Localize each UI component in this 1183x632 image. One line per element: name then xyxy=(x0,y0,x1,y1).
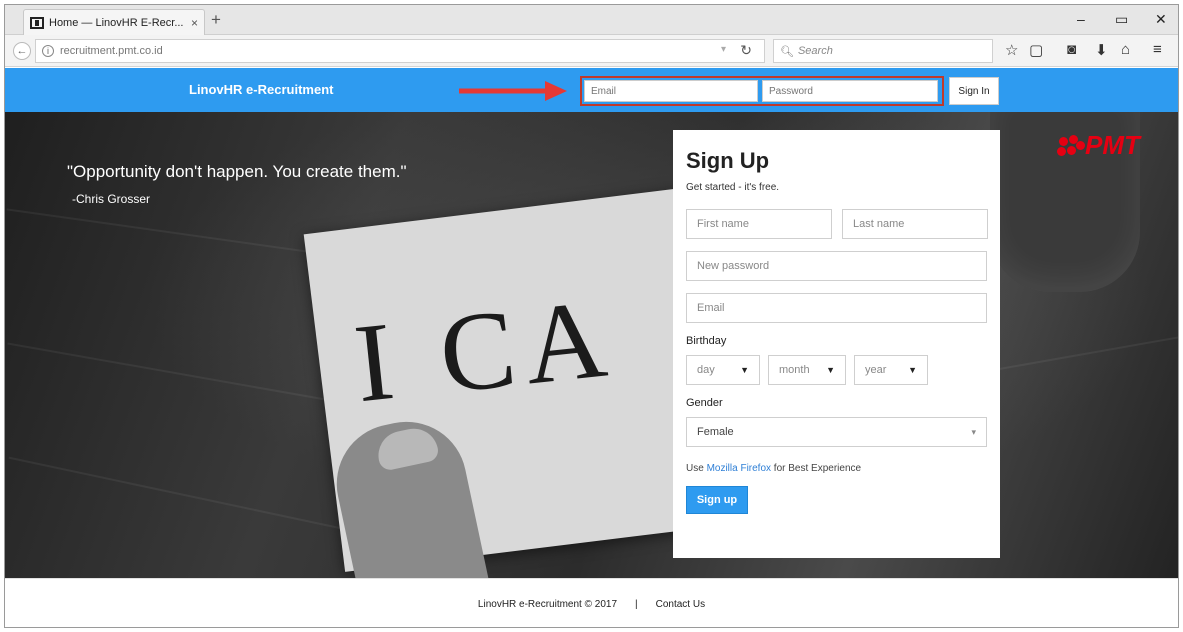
gender-label: Gender xyxy=(686,397,723,409)
url-text: recruitment.pmt.co.id xyxy=(60,45,163,57)
search-icon: 🔍︎ xyxy=(780,45,794,58)
hero-background: I CA "Opportunity don't happen. You crea… xyxy=(5,112,1178,578)
note-suffix: for Best Experience xyxy=(771,463,862,474)
minimize-button[interactable]: – xyxy=(1077,11,1085,27)
login-email-input[interactable] xyxy=(584,80,758,102)
download-icon[interactable]: ⬇ xyxy=(1095,41,1108,59)
site-footer: LinovHR e-Recruitment © 2017 | Contact U… xyxy=(5,578,1178,627)
new-password-field[interactable]: New password xyxy=(686,251,987,281)
sign-up-button[interactable]: Sign up xyxy=(686,486,748,514)
browser-window: Home — LinovHR E-Recr... × + – ▭ ✕ ← i r… xyxy=(4,4,1179,628)
login-password-input[interactable] xyxy=(762,80,938,102)
browser-note: Use Mozilla Firefox for Best Experience xyxy=(686,463,988,474)
tab-bar: Home — LinovHR E-Recr... × + – ▭ ✕ xyxy=(5,5,1178,35)
footer-copyright: LinovHR e-Recruitment © 2017 xyxy=(477,598,618,610)
birthday-row: day ▼ month ▼ year ▼ xyxy=(686,355,988,385)
site-header: LinovHR e-Recruitment Sign In xyxy=(5,68,1178,112)
birthday-year-select[interactable]: year ▼ xyxy=(854,355,928,385)
gender-value: Female xyxy=(697,426,734,438)
back-arrow-icon[interactable]: ← xyxy=(13,42,31,60)
chevron-down-icon: ▾ xyxy=(971,426,976,437)
year-value: year xyxy=(865,364,887,376)
chevron-down-icon: ▼ xyxy=(908,365,917,375)
footer-separator: | xyxy=(635,598,638,610)
tab-title: Home — LinovHR E-Recr... xyxy=(49,16,184,29)
signup-title: Sign Up xyxy=(686,148,770,173)
new-tab-button[interactable]: + xyxy=(211,10,221,30)
close-tab-icon[interactable]: × xyxy=(191,16,198,30)
home-icon[interactable]: ⌂ xyxy=(1121,41,1130,58)
reload-icon[interactable]: ↻ xyxy=(740,42,752,59)
pmt-logo: PMT xyxy=(1057,130,1140,161)
month-value: month xyxy=(779,364,810,376)
site-brand[interactable]: LinovHR e-Recruitment xyxy=(189,82,333,97)
library-icon[interactable]: ▢ xyxy=(1029,41,1043,59)
pmt-logo-dots-icon xyxy=(1057,134,1085,157)
first-name-field[interactable]: First name xyxy=(686,209,832,239)
search-placeholder: Search xyxy=(797,45,833,57)
name-row: First name Last name xyxy=(686,209,988,239)
wood-grain xyxy=(996,335,1178,371)
signup-email-field[interactable]: Email xyxy=(686,293,987,323)
pocket-icon[interactable]: ◙ xyxy=(1067,41,1076,58)
gender-select[interactable]: Female ▾ xyxy=(686,417,987,447)
url-dropdown-icon[interactable]: ▾ xyxy=(721,44,726,55)
wood-grain xyxy=(6,208,344,258)
chevron-down-icon: ▼ xyxy=(826,365,835,375)
day-value: day xyxy=(697,364,715,376)
pmt-logo-text: PMT xyxy=(1085,130,1140,160)
browser-navbar: ← i recruitment.pmt.co.id ▾ ↻ 🔍︎ Search … xyxy=(5,35,1178,67)
birthday-month-select[interactable]: month ▼ xyxy=(768,355,846,385)
browser-tab[interactable]: Home — LinovHR E-Recr... × xyxy=(23,9,205,35)
login-highlight-box xyxy=(580,76,944,106)
firefox-link[interactable]: Mozilla Firefox xyxy=(707,463,771,474)
sign-in-button[interactable]: Sign In xyxy=(949,77,999,105)
note-prefix: Use xyxy=(686,463,707,474)
maximize-button[interactable]: ▭ xyxy=(1115,11,1128,28)
bookmark-star-icon[interactable]: ☆ xyxy=(1005,41,1018,59)
wood-grain xyxy=(7,342,343,404)
hero-quote-author: -Chris Grosser xyxy=(72,192,151,206)
menu-icon[interactable]: ≡ xyxy=(1153,41,1162,58)
card-handwriting: I CA xyxy=(349,275,622,427)
signup-subtitle: Get started - it's free. xyxy=(686,182,780,193)
close-window-button[interactable]: ✕ xyxy=(1155,11,1167,28)
red-arrow-icon xyxy=(459,81,567,101)
last-name-field[interactable]: Last name xyxy=(842,209,988,239)
search-bar[interactable]: 🔍︎ Search xyxy=(773,39,993,63)
birthday-day-select[interactable]: day ▼ xyxy=(686,355,760,385)
wood-grain xyxy=(8,456,342,530)
contact-us-link[interactable]: Contact Us xyxy=(656,599,705,610)
site-info-icon[interactable]: i xyxy=(42,45,54,57)
hero-quote: "Opportunity don't happen. You create th… xyxy=(67,162,407,181)
url-bar[interactable]: i recruitment.pmt.co.id ▾ ↻ xyxy=(35,39,765,63)
chevron-down-icon: ▼ xyxy=(740,365,749,375)
signup-panel: Sign Up Get started - it's free. First n… xyxy=(673,130,1000,558)
birthday-label: Birthday xyxy=(686,335,727,347)
site-favicon-icon xyxy=(30,16,44,29)
